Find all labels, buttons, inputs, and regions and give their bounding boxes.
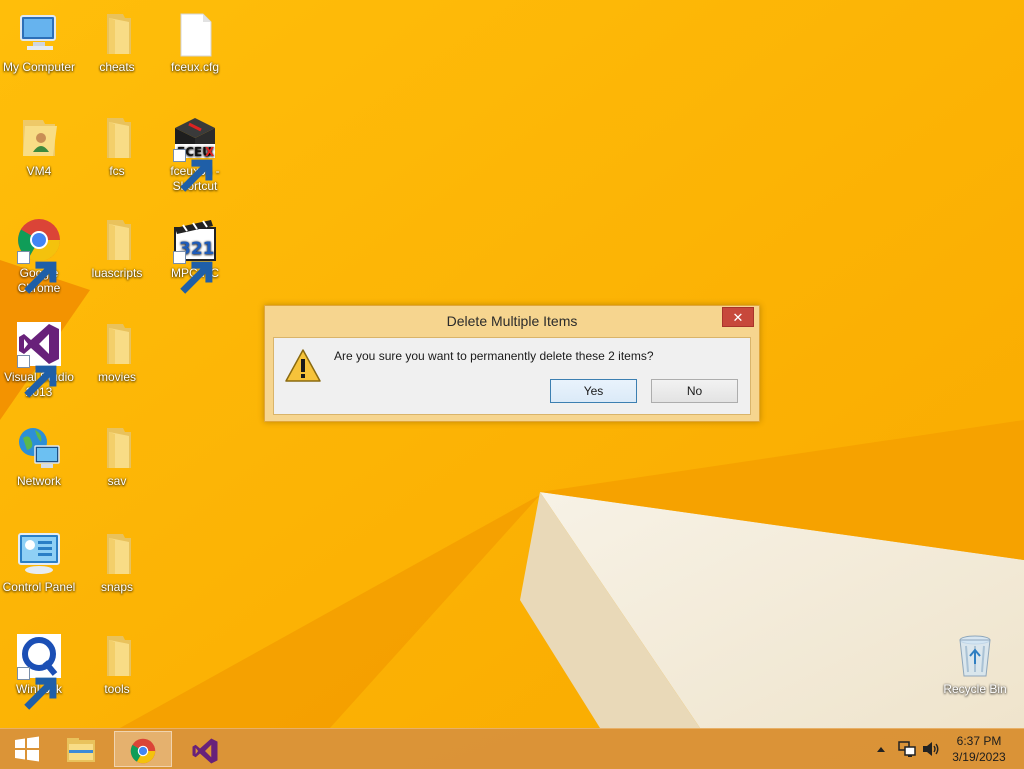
folder-icon [107,220,131,260]
taskbar: 6:37 PM 3/19/2023 [0,728,1024,769]
desktop-icon-control-panel[interactable]: Control Panel [0,530,78,595]
taskbar-clock[interactable]: 6:37 PM 3/19/2023 [944,733,1014,765]
desktop-icon-label: cheats [99,60,135,74]
taskbar-file-explorer[interactable] [54,731,108,767]
visual-studio-icon [192,738,218,764]
desktop-icon-visual-studio[interactable]: Visual Studio 2013 [0,320,78,400]
desktop-icon-fceux-cfg[interactable]: fceux.cfg [156,10,234,75]
volume-icon[interactable] [922,741,940,757]
delete-confirmation-dialog: Delete Multiple Items ✕ Are you sure you… [264,305,760,422]
folder-icon [107,118,131,158]
desktop-icon-label: luascripts [91,266,143,280]
desktop-icon-label: Network [16,474,61,488]
system-tray [872,729,942,769]
shortcut-arrow-icon [173,149,213,192]
recycle-bin-icon [959,635,991,677]
desktop-icon-fceux64-shortcut[interactable]: FCEU X fceux64 - Shortcut [156,114,234,194]
desktop-icon-label: movies [97,370,136,384]
desktop-icon-fcs[interactable]: fcs [78,114,156,179]
folder-icon [107,324,131,364]
desktop-icon-snaps[interactable]: snaps [78,530,156,595]
show-hidden-icons-icon[interactable] [876,745,886,753]
desktop-icon-label: fceux.cfg [170,60,220,74]
network-tray-icon[interactable] [898,741,916,757]
warning-icon [285,349,321,382]
shortcut-arrow-icon [173,251,213,294]
network-icon [19,428,60,468]
desktop-icon-recycle-bin[interactable]: Recycle Bin [936,632,1014,697]
file-icon [180,13,212,57]
shortcut-arrow-icon [17,355,57,398]
start-icon [15,736,39,762]
desktop-icon-label: Recycle Bin [943,682,1007,696]
desktop-icon-label: tools [104,682,130,696]
desktop-icon-label: sav [107,474,127,488]
control-panel-icon [18,533,60,574]
computer-icon [20,15,56,50]
desktop-icon-my-computer[interactable]: My Computer [0,10,78,75]
desktop-icon-mpc-hc[interactable]: 321 MPC-HC [156,216,234,294]
desktop-icon-label: snaps [100,580,134,594]
desktop-icon-label: Control Panel [2,580,76,594]
desktop-icon-movies[interactable]: movies [78,320,156,385]
desktop-icon-label: VM4 [26,164,52,178]
dialog-message: Are you sure you want to permanently del… [334,349,654,363]
clock-time: 6:37 PM [956,734,1002,748]
clock-date: 3/19/2023 [952,750,1006,764]
folder-icon [107,14,131,54]
taskbar-chrome[interactable] [114,731,172,767]
desktop-icon-winlock[interactable]: WinLock [0,632,78,710]
desktop-icon-google-chrome[interactable]: Google Chrome [0,216,78,296]
user-folder-icon [23,120,57,156]
file-explorer-icon [67,738,95,762]
chrome-icon [130,738,156,764]
shortcut-arrow-icon [17,667,57,710]
start-button[interactable] [0,731,54,767]
taskbar-visual-studio[interactable] [178,731,232,767]
desktop-icon-network[interactable]: Network [0,424,78,489]
dialog-body: Are you sure you want to permanently del… [273,337,751,415]
desktop-icon-luascripts[interactable]: luascripts [78,216,156,281]
folder-icon [107,534,131,574]
dialog-title: Delete Multiple Items [446,313,578,329]
folder-icon [107,428,131,468]
desktop-icon-label: My Computer [2,60,76,74]
close-button[interactable]: ✕ [722,307,754,327]
folder-icon [107,636,131,676]
shortcut-arrow-icon [17,251,57,294]
desktop-icon-vm4[interactable]: VM4 [0,114,78,179]
yes-button[interactable]: Yes [550,379,637,403]
desktop-icon-label: fcs [109,164,125,178]
desktop-icon-sav[interactable]: sav [78,424,156,489]
no-button[interactable]: No [651,379,738,403]
desktop-icon-tools[interactable]: tools [78,632,156,697]
desktop-icon-cheats[interactable]: cheats [78,10,156,75]
